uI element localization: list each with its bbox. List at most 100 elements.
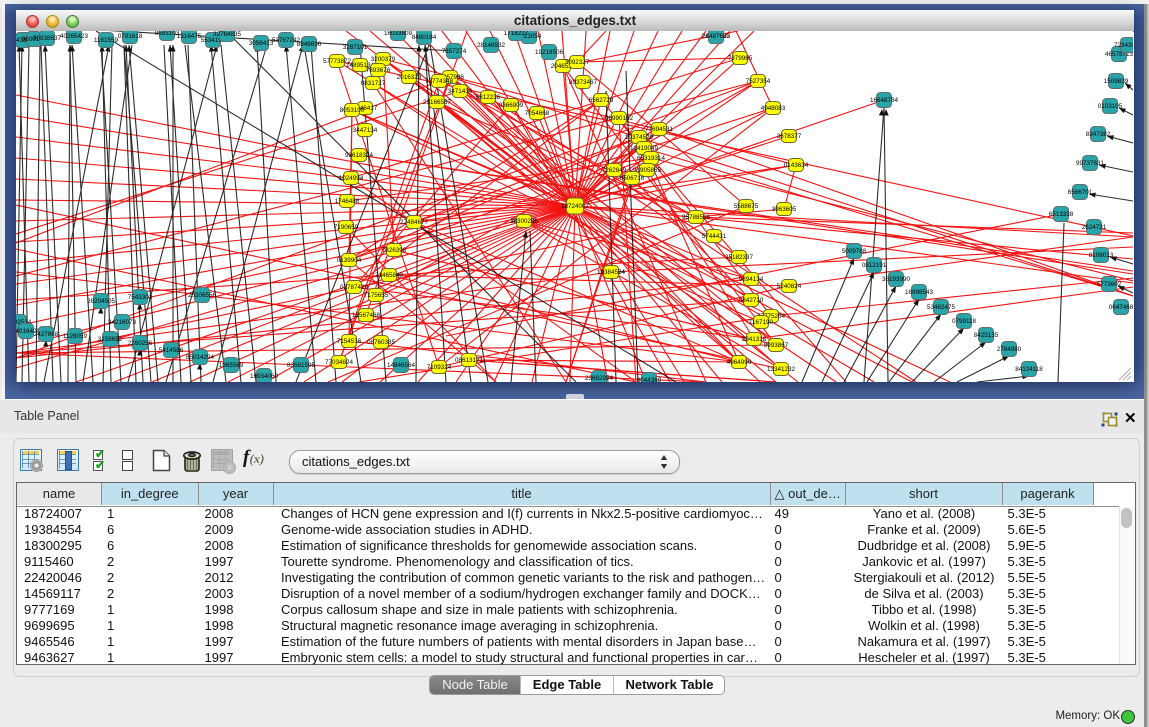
svg-text:0799118: 0799118 (952, 318, 977, 325)
svg-text:7175655: 7175655 (364, 292, 389, 299)
svg-text:12567468: 12567468 (352, 312, 381, 319)
svg-text:7109324: 7109324 (427, 364, 452, 371)
svg-text:4964990: 4964990 (727, 359, 752, 366)
svg-text:16934060: 16934060 (250, 373, 279, 380)
svg-text:1316475: 1316475 (177, 33, 202, 40)
svg-text:2016328: 2016328 (397, 74, 422, 81)
svg-text:77034824: 77034824 (325, 359, 354, 366)
svg-text:5812236: 5812236 (476, 94, 501, 101)
svg-text:1161559: 1161559 (94, 37, 119, 44)
svg-text:35182337: 35182337 (725, 254, 754, 261)
svg-text:3056413: 3056413 (249, 40, 274, 47)
svg-text:16648784: 16648784 (870, 97, 899, 104)
svg-text:8044369: 8044369 (637, 377, 662, 382)
svg-text:21465840: 21465840 (375, 272, 404, 279)
svg-text:5414586: 5414586 (159, 347, 184, 354)
svg-text:1965569: 1965569 (219, 362, 244, 369)
svg-text:1509839: 1509839 (1104, 78, 1129, 85)
svg-text:3471434: 3471434 (448, 88, 473, 95)
svg-text:32764835: 32764835 (213, 31, 242, 38)
svg-text:8425135: 8425135 (974, 332, 999, 339)
svg-text:0812191: 0812191 (862, 262, 887, 269)
svg-text:3158692: 3158692 (98, 336, 123, 343)
svg-text:99737631: 99737631 (1076, 160, 1105, 167)
svg-text:28148932: 28148932 (477, 42, 506, 49)
svg-text:27484677: 27484677 (400, 219, 429, 226)
svg-text:18724007: 18724007 (561, 203, 590, 210)
svg-text:8506716: 8506716 (620, 175, 645, 182)
svg-text:06990162: 06990162 (605, 115, 634, 122)
svg-text:2427868: 2427868 (34, 331, 59, 338)
svg-text:72343098: 72343098 (1114, 42, 1133, 49)
svg-text:8347382: 8347382 (1086, 131, 1111, 138)
svg-text:3963605: 3963605 (772, 206, 797, 213)
svg-text:2624731: 2624731 (1082, 224, 1107, 231)
svg-text:7379965: 7379965 (728, 55, 753, 62)
svg-text:36193990: 36193990 (882, 276, 911, 283)
svg-text:8480184: 8480184 (412, 34, 437, 41)
svg-text:66319314: 66319314 (637, 155, 666, 162)
svg-text:93618324: 93618324 (345, 152, 374, 159)
svg-text:0647468: 0647468 (1109, 304, 1133, 311)
svg-text:7190659: 7190659 (334, 224, 359, 231)
svg-text:0143634: 0143634 (784, 162, 809, 169)
svg-text:8849696: 8849696 (297, 41, 322, 48)
svg-text:1024994: 1024994 (339, 175, 364, 182)
svg-text:14846564: 14846564 (387, 362, 416, 369)
svg-text:02787429: 02787429 (340, 284, 369, 291)
svg-text:9894134: 9894134 (739, 276, 764, 283)
svg-text:72774348: 72774348 (425, 78, 454, 85)
svg-text:85014294: 85014294 (186, 354, 215, 361)
svg-text:90838637: 90838637 (33, 35, 62, 42)
svg-text:7262849: 7262849 (602, 167, 627, 174)
svg-text:26204505: 26204505 (87, 298, 116, 305)
svg-text:7154516: 7154516 (337, 338, 362, 345)
svg-text:89373467: 89373467 (569, 79, 598, 86)
svg-text:18300295: 18300295 (510, 218, 539, 225)
svg-text:0842710: 0842710 (739, 297, 764, 304)
svg-text:1167190: 1167190 (749, 319, 774, 326)
svg-text:34216073: 34216073 (108, 319, 137, 326)
svg-text:5588675: 5588675 (734, 203, 759, 210)
svg-text:1746488: 1746488 (335, 198, 360, 205)
svg-text:3678377: 3678377 (777, 133, 802, 140)
svg-text:83561595: 83561595 (287, 362, 316, 369)
svg-text:7693676: 7693676 (366, 67, 391, 74)
svg-text:8053100: 8053100 (340, 107, 365, 114)
svg-text:3092327: 3092327 (565, 59, 590, 66)
svg-text:84124118: 84124118 (1015, 366, 1043, 373)
svg-text:16998543: 16998543 (905, 289, 934, 296)
svg-text:08613171: 08613171 (455, 357, 484, 364)
svg-text:40265423: 40265423 (60, 33, 89, 40)
svg-text:0139904: 0139904 (337, 257, 362, 264)
svg-text:19384554: 19384554 (597, 269, 626, 276)
svg-text:2260256: 2260256 (128, 340, 153, 347)
svg-text:1128059: 1128059 (63, 333, 88, 340)
svg-text:26487682: 26487682 (702, 33, 731, 40)
svg-text:77694531: 77694531 (645, 126, 674, 133)
svg-text:3447134: 3447134 (353, 127, 378, 134)
svg-text:23662994: 23662994 (585, 375, 614, 382)
svg-text:6566701: 6566701 (1068, 189, 1093, 196)
svg-text:3287101: 3287101 (343, 44, 368, 51)
svg-text:08760385: 08760385 (367, 339, 396, 346)
svg-text:5744431: 5744431 (702, 233, 727, 240)
svg-text:6513338: 6513338 (1049, 211, 1074, 218)
svg-text:7543303: 7543303 (128, 294, 153, 301)
svg-text:7527354: 7527354 (746, 78, 771, 85)
svg-text:9993867: 9993867 (764, 342, 789, 349)
svg-text:0781618: 0781618 (118, 33, 143, 40)
svg-text:13341232: 13341232 (767, 366, 796, 373)
svg-text:7357274: 7357274 (442, 48, 467, 55)
svg-text:6562729: 6562729 (589, 97, 614, 104)
svg-text:23166587: 23166587 (423, 99, 452, 106)
svg-text:0103105: 0103105 (1098, 103, 1123, 110)
svg-text:95788568: 95788568 (682, 214, 711, 221)
svg-text:8108013: 8108013 (1089, 252, 1114, 259)
svg-text:53462475: 53462475 (927, 304, 956, 311)
svg-text:4948083: 4948083 (761, 105, 786, 112)
svg-text:1718227: 1718227 (504, 31, 529, 37)
svg-text:7826398: 7826398 (382, 247, 407, 254)
svg-text:3200379: 3200379 (371, 56, 396, 63)
svg-text:5240824: 5240824 (777, 283, 802, 290)
